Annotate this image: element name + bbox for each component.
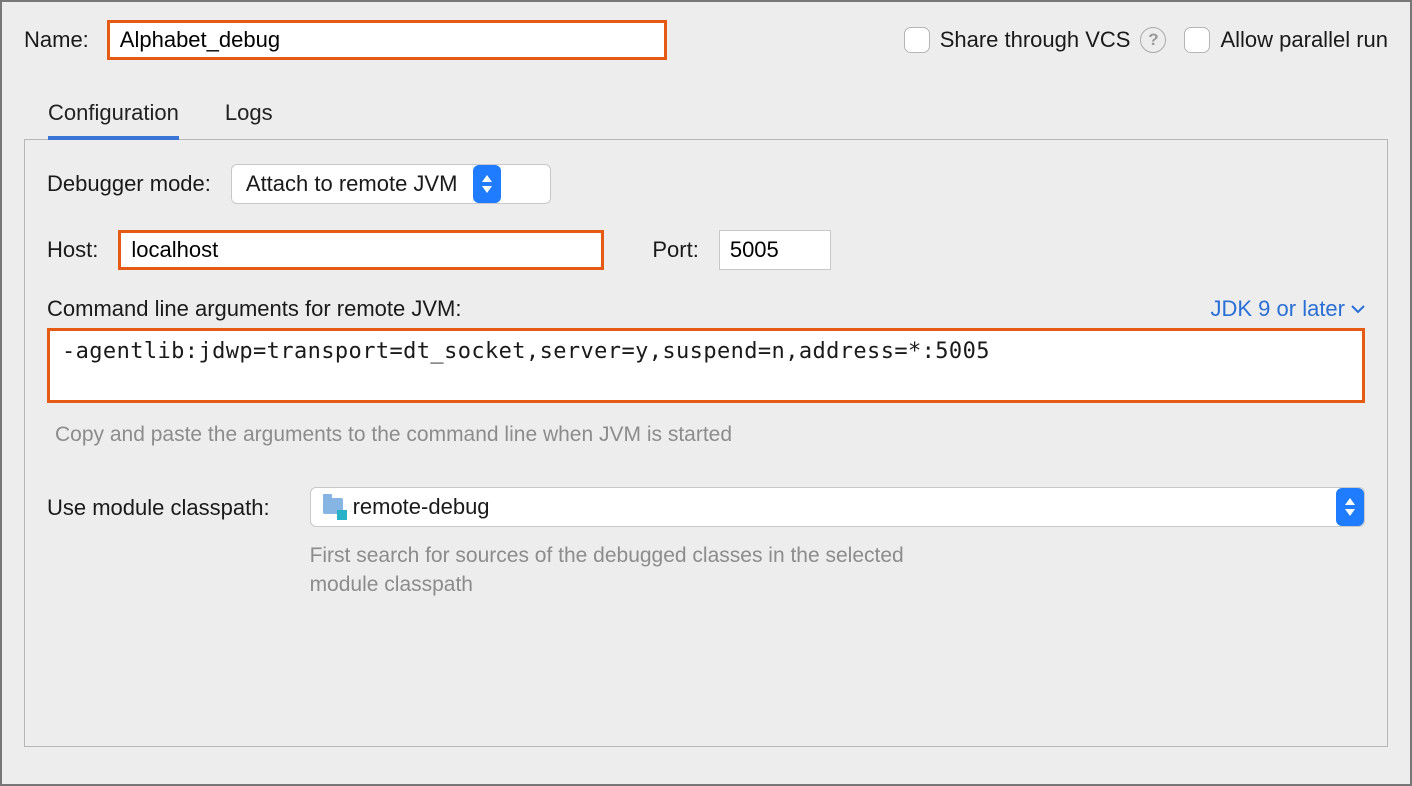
module-row: Use module classpath: remote-debug First… xyxy=(47,487,1365,600)
module-label: Use module classpath: xyxy=(47,487,270,521)
port-input[interactable] xyxy=(719,230,831,270)
name-input[interactable] xyxy=(107,20,667,60)
share-vcs-label: Share through VCS xyxy=(940,27,1131,53)
configuration-panel: Debugger mode: Attach to remote JVM Host… xyxy=(24,139,1388,747)
debugger-mode-row: Debugger mode: Attach to remote JVM xyxy=(47,164,1365,204)
run-config-dialog: Name: Share through VCS ? Allow parallel… xyxy=(0,0,1412,786)
host-label: Host: xyxy=(47,237,98,263)
name-label: Name: xyxy=(24,27,89,53)
module-hint: First search for sources of the debugged… xyxy=(310,541,950,600)
help-icon[interactable]: ? xyxy=(1140,27,1166,53)
select-arrows-icon xyxy=(1336,488,1364,526)
debugger-mode-value: Attach to remote JVM xyxy=(246,171,458,197)
jdk-version-link[interactable]: JDK 9 or later xyxy=(1211,296,1366,322)
cmd-label: Command line arguments for remote JVM: xyxy=(47,296,462,322)
cmd-header: Command line arguments for remote JVM: J… xyxy=(47,296,1365,322)
tabs: Configuration Logs xyxy=(24,88,1388,140)
host-port-row: Host: Port: xyxy=(47,230,1365,270)
module-value: remote-debug xyxy=(353,494,490,520)
cmd-hint: Copy and paste the arguments to the comm… xyxy=(47,423,1365,447)
debugger-mode-select[interactable]: Attach to remote JVM xyxy=(231,164,551,204)
jdk-version-text: JDK 9 or later xyxy=(1211,296,1346,322)
parallel-run-label: Allow parallel run xyxy=(1220,27,1388,53)
chevron-down-icon xyxy=(1351,304,1365,314)
tab-configuration[interactable]: Configuration xyxy=(48,88,179,140)
module-icon xyxy=(323,496,345,518)
select-arrows-icon xyxy=(473,165,501,203)
module-classpath-select[interactable]: remote-debug xyxy=(310,487,1365,527)
host-input[interactable] xyxy=(118,230,604,270)
tab-logs[interactable]: Logs xyxy=(225,88,273,140)
debugger-mode-label: Debugger mode: xyxy=(47,171,211,197)
parallel-run-checkbox[interactable] xyxy=(1184,27,1210,53)
share-vcs-option[interactable]: Share through VCS ? xyxy=(904,27,1167,53)
parallel-run-option[interactable]: Allow parallel run xyxy=(1184,27,1388,53)
top-row: Name: Share through VCS ? Allow parallel… xyxy=(24,20,1388,60)
share-vcs-checkbox[interactable] xyxy=(904,27,930,53)
cmd-args-field[interactable]: -agentlib:jdwp=transport=dt_socket,serve… xyxy=(47,328,1365,403)
port-label: Port: xyxy=(652,237,698,263)
